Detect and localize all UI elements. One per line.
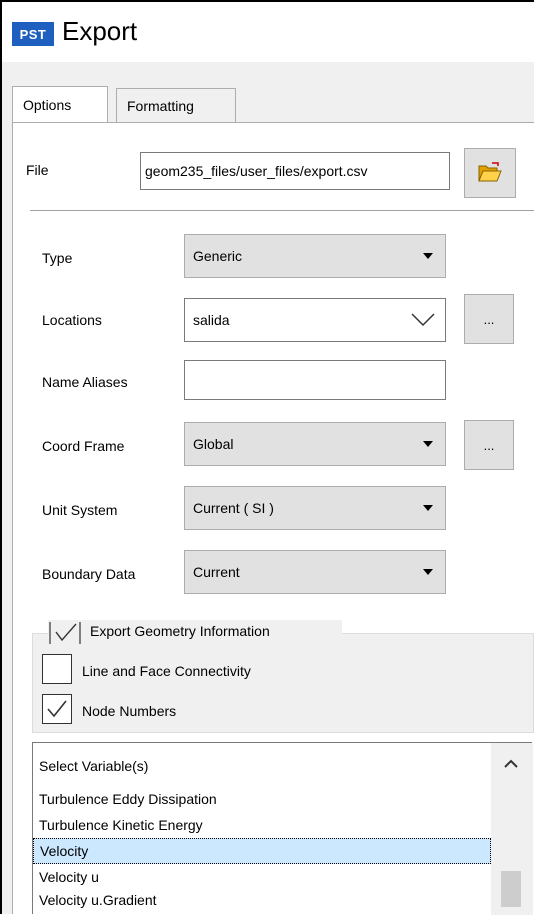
type-label: Type	[42, 250, 73, 266]
boundary-data-dropdown[interactable]: Current	[184, 550, 446, 594]
browse-file-button[interactable]	[464, 148, 516, 198]
coord-frame-dropdown[interactable]: Global	[184, 422, 446, 466]
boundary-data-label: Boundary Data	[42, 566, 136, 582]
unit-system-label: Unit System	[42, 502, 118, 518]
export-geometry-label: Export Geometry Information	[90, 623, 270, 639]
coord-frame-label: Coord Frame	[42, 438, 125, 454]
app-icon: PST	[12, 22, 54, 46]
line-face-connectivity-checkbox[interactable]	[42, 654, 72, 684]
chevron-down-icon	[423, 253, 433, 259]
boundary-data-value: Current	[193, 564, 240, 580]
list-item[interactable]: Turbulence Kinetic Energy	[39, 812, 203, 838]
list-item[interactable]: Velocity u.Gradient	[39, 889, 157, 911]
chevron-down-icon	[423, 569, 433, 575]
file-label: File	[26, 162, 49, 178]
chevron-up-icon[interactable]	[501, 755, 521, 773]
locations-label: Locations	[42, 312, 102, 328]
list-item[interactable]: Velocity u	[39, 864, 99, 890]
chevron-down-icon[interactable]	[411, 312, 435, 331]
list-header: Select Variable(s)	[39, 758, 149, 774]
list-scrollbar[interactable]	[491, 743, 533, 915]
name-aliases-input[interactable]	[184, 360, 446, 400]
locations-more-button[interactable]: ...	[464, 294, 514, 344]
variables-listbox[interactable]: Select Variable(s) Turbulence Eddy Dissi…	[32, 742, 533, 915]
window-title: Export	[62, 16, 138, 46]
locations-combobox[interactable]: salida	[184, 298, 446, 342]
node-numbers-label: Node Numbers	[82, 703, 177, 719]
line-face-connectivity-label: Line and Face Connectivity	[82, 663, 251, 679]
name-aliases-label: Name Aliases	[42, 374, 128, 390]
type-dropdown[interactable]: Generic	[184, 234, 446, 278]
node-numbers-checkbox[interactable]	[42, 694, 72, 724]
unit-system-value: Current ( SI )	[193, 500, 274, 516]
title-bar[interactable]: PST Export	[2, 2, 534, 62]
coord-frame-more-button[interactable]: ...	[464, 420, 514, 470]
tab-formatting[interactable]: Formatting	[116, 88, 236, 122]
type-value: Generic	[193, 248, 243, 264]
coord-frame-value: Global	[193, 436, 234, 452]
list-item-selected[interactable]: Velocity	[33, 838, 491, 864]
locations-value: salida	[193, 312, 230, 328]
export-geometry-checkbox[interactable]	[48, 622, 82, 644]
file-separator	[30, 210, 534, 211]
unit-system-dropdown[interactable]: Current ( SI )	[184, 486, 446, 530]
tab-options[interactable]: Options	[12, 86, 108, 122]
scrollbar-thumb[interactable]	[501, 871, 521, 907]
chevron-down-icon	[423, 505, 433, 511]
geometry-legend: Export Geometry Information	[48, 620, 342, 646]
list-item[interactable]: Turbulence Eddy Dissipation	[39, 786, 217, 812]
folder-open-icon	[478, 161, 502, 185]
file-path-input[interactable]: geom235_files/user_files/export.csv	[140, 152, 450, 190]
chevron-down-icon	[423, 441, 433, 447]
